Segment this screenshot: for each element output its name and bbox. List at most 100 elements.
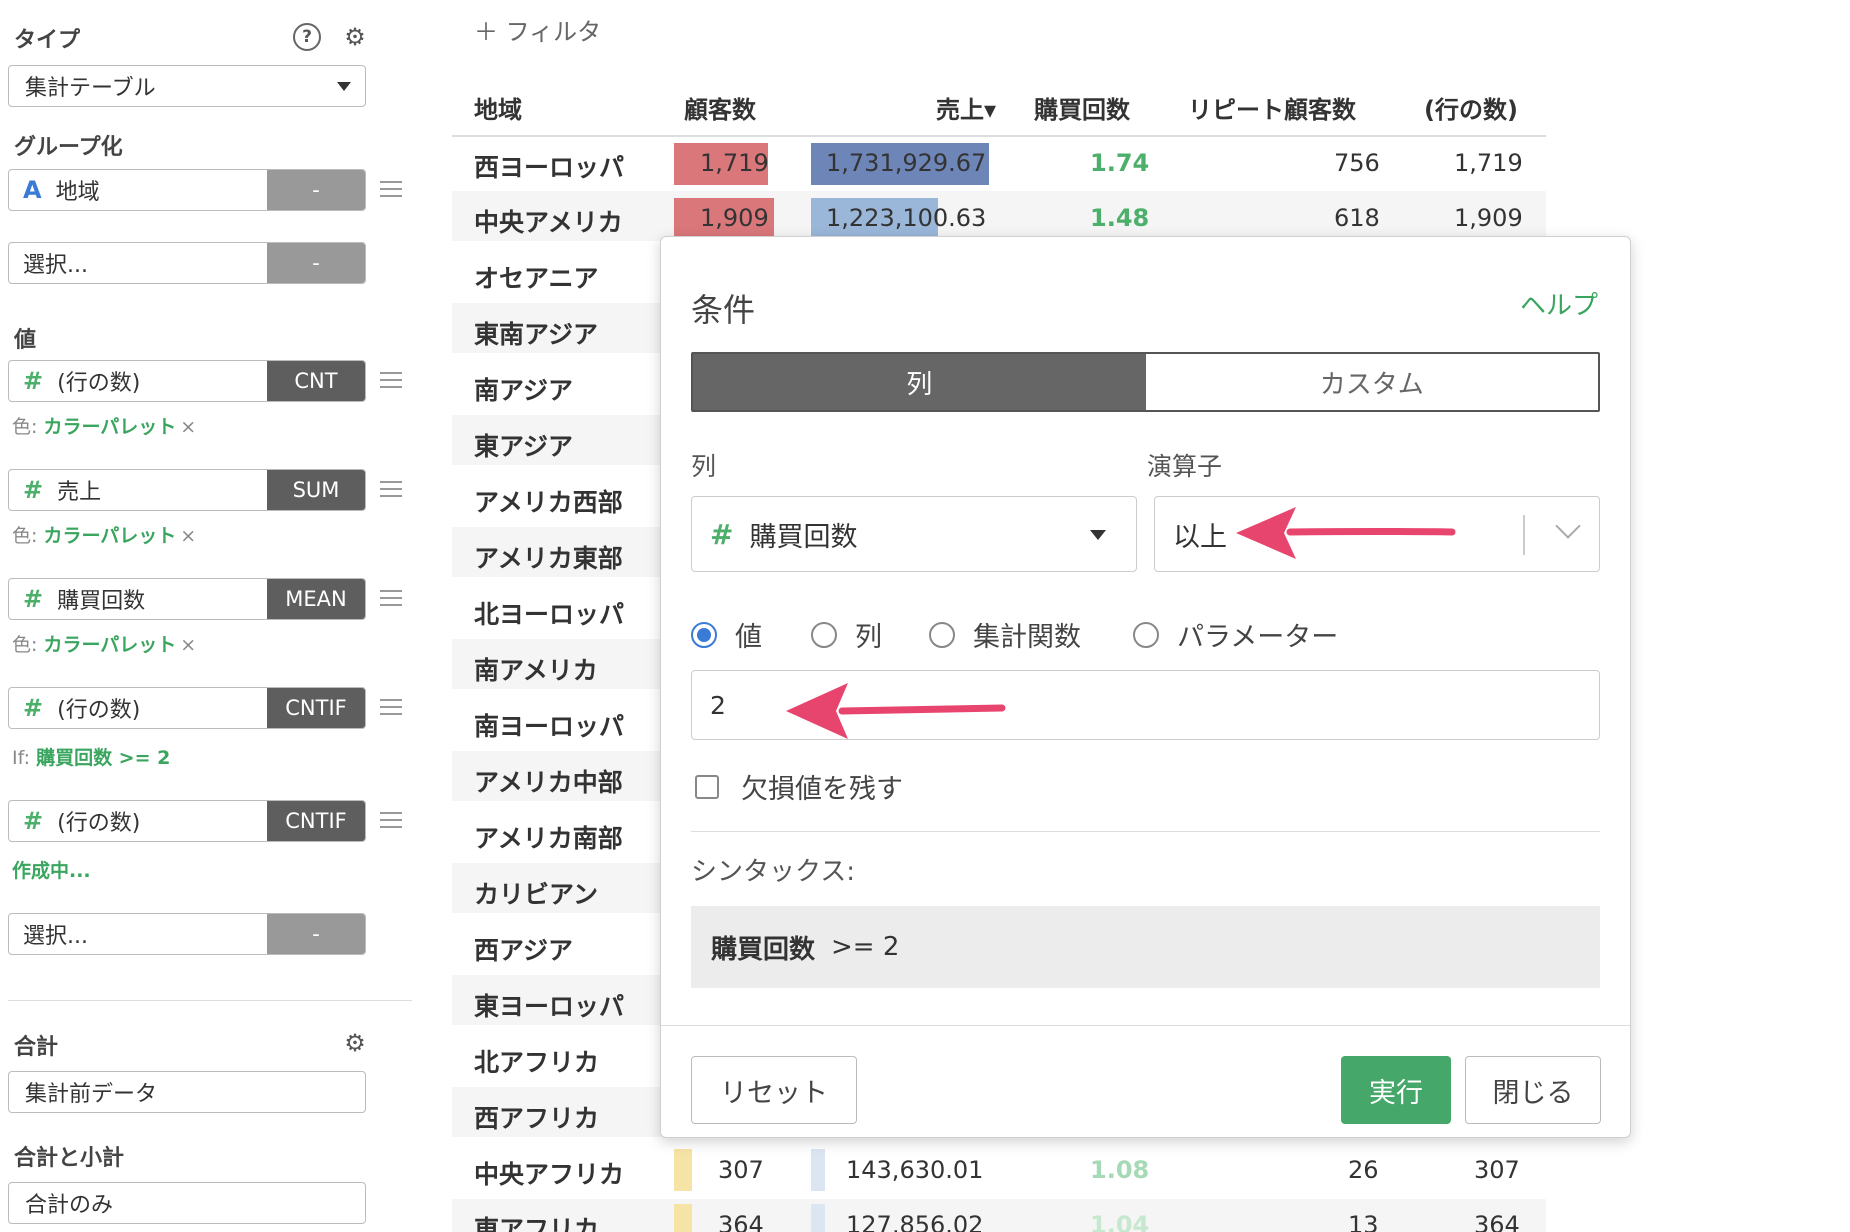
color-note: 色: カラーパレット × xyxy=(12,416,197,438)
radio-icon xyxy=(811,621,837,648)
cell-customers: 1,909 xyxy=(700,204,769,232)
keep-na-checkbox[interactable]: 欠損値を残す xyxy=(695,767,903,806)
gear-icon[interactable]: ⚙ xyxy=(340,1028,370,1058)
cell-customers: 364 xyxy=(718,1211,764,1232)
remove-icon[interactable]: × xyxy=(180,634,196,656)
radio-icon xyxy=(1133,621,1159,648)
checkbox-icon xyxy=(695,774,719,799)
footer-divider xyxy=(661,1025,1630,1026)
number-type-icon: # xyxy=(23,694,44,722)
type-select-value: 集計テーブル xyxy=(25,76,156,101)
header-repeat-customers[interactable]: リピート顧客数 xyxy=(1188,90,1356,125)
caret-down-icon xyxy=(337,82,351,91)
cell-repeat: 756 xyxy=(1334,149,1380,177)
header-sales[interactable]: 売上▾ xyxy=(936,90,996,125)
mode-toggle: 列 カスタム xyxy=(691,352,1600,412)
group-field-select[interactable]: 選択... - xyxy=(8,242,366,284)
field-tag-button[interactable]: - xyxy=(267,914,365,954)
color-palette-link[interactable]: カラーパレット xyxy=(43,634,176,656)
row-region: アメリカ東部 xyxy=(474,544,623,573)
add-filter-button[interactable]: ＋ フィルタ xyxy=(474,12,601,47)
radio-value[interactable]: 値 xyxy=(691,615,762,654)
header-purchases[interactable]: 購買回数 xyxy=(1034,90,1130,125)
total-select[interactable]: 集計前データ xyxy=(8,1071,366,1113)
checkbox-label: 欠損値を残す xyxy=(741,774,903,805)
drag-handle-icon[interactable] xyxy=(380,181,402,199)
gear-icon[interactable]: ⚙ xyxy=(340,22,370,52)
help-icon[interactable]: ? xyxy=(292,22,322,52)
row-region: アメリカ南部 xyxy=(474,824,623,853)
header-row-count[interactable]: (行の数) xyxy=(1424,90,1518,125)
tab-custom[interactable]: カスタム xyxy=(1145,354,1598,410)
row-region: アメリカ西部 xyxy=(474,488,623,517)
value-field-select[interactable]: 選択... - xyxy=(8,913,366,955)
cell-count: 307 xyxy=(1474,1156,1520,1184)
value-field-sales[interactable]: # 売上 SUM xyxy=(8,469,366,511)
run-button[interactable]: 実行 xyxy=(1341,1056,1451,1124)
number-type-icon: # xyxy=(23,807,44,835)
field-tag-button[interactable]: - xyxy=(267,243,365,283)
help-link[interactable]: ヘルプ xyxy=(1520,285,1598,322)
color-palette-link[interactable]: カラーパレット xyxy=(43,525,176,547)
drag-handle-icon[interactable] xyxy=(380,481,402,499)
aggregation-button[interactable]: CNTIF xyxy=(267,801,365,841)
row-region: 東ヨーロッパ xyxy=(474,992,625,1021)
operator-select-value: 以上 xyxy=(1173,521,1227,553)
condition-link[interactable]: 購買回数 >= 2 xyxy=(36,747,170,769)
field-tag-button[interactable]: - xyxy=(267,170,365,210)
value-field-purchases[interactable]: # 購買回数 MEAN xyxy=(8,578,366,620)
radio-column[interactable]: 列 xyxy=(811,615,882,654)
caret-down-icon xyxy=(1090,530,1106,540)
customers-bar xyxy=(674,1204,692,1232)
value-field-countif-new[interactable]: # (行の数) CNTIF xyxy=(8,800,366,842)
reset-button[interactable]: リセット xyxy=(691,1056,857,1124)
row-region: 西アフリカ xyxy=(474,1104,600,1133)
column-select-value: 購買回数 xyxy=(749,521,858,553)
column-select[interactable]: # 購買回数 xyxy=(691,496,1137,572)
customers-bar xyxy=(674,1149,692,1191)
subtotal-select[interactable]: 合計のみ xyxy=(8,1182,366,1224)
remove-icon[interactable]: × xyxy=(180,525,196,547)
close-button[interactable]: 閉じる xyxy=(1465,1056,1601,1124)
header-region[interactable]: 地域 xyxy=(474,90,522,125)
drag-handle-icon[interactable] xyxy=(380,372,402,390)
remove-icon[interactable]: × xyxy=(180,416,196,438)
radio-aggregate[interactable]: 集計関数 xyxy=(929,615,1081,654)
drag-handle-icon[interactable] xyxy=(380,590,402,608)
drag-handle-icon[interactable] xyxy=(380,812,402,830)
tab-column[interactable]: 列 xyxy=(693,354,1146,410)
group-field-region[interactable]: A 地域 - xyxy=(8,169,366,211)
drag-handle-icon[interactable] xyxy=(380,699,402,717)
field-name: 地域 xyxy=(55,180,100,205)
header-customers[interactable]: 顧客数 xyxy=(684,90,756,125)
radio-icon xyxy=(929,621,955,648)
cell-repeat: 13 xyxy=(1348,1211,1379,1232)
row-region: 北ヨーロッパ xyxy=(474,600,625,629)
color-note: 色: カラーパレット × xyxy=(12,525,197,547)
row-region: 東南アジア xyxy=(474,320,599,349)
cell-purchases: 1.04 xyxy=(1090,1211,1150,1232)
aggregation-button[interactable]: MEAN xyxy=(267,579,365,619)
number-type-icon: # xyxy=(23,585,44,613)
chevron-down-icon[interactable] xyxy=(1555,513,1581,539)
row-region: 北アフリカ xyxy=(474,1048,600,1077)
row-region: 西アジア xyxy=(474,936,574,965)
value-field-countif[interactable]: # (行の数) CNTIF xyxy=(8,687,366,729)
aggregation-button[interactable]: CNT xyxy=(267,361,365,401)
row-region: 南ヨーロッパ xyxy=(474,712,625,741)
radio-label: パラメーター xyxy=(1177,622,1339,653)
cell-customers: 1,719 xyxy=(700,149,769,177)
radio-parameter[interactable]: パラメーター xyxy=(1133,615,1338,654)
row-region: アメリカ中部 xyxy=(474,768,623,797)
aggregation-button[interactable]: SUM xyxy=(267,470,365,510)
row-region: 中央アフリカ xyxy=(474,1160,625,1189)
value-field-count[interactable]: # (行の数) CNT xyxy=(8,360,366,402)
radio-selected-icon xyxy=(691,621,717,648)
subtotal-label: 合計と小計 xyxy=(14,1146,125,1171)
field-name: 選択... xyxy=(23,253,88,278)
cell-customers: 307 xyxy=(718,1156,764,1184)
color-palette-link[interactable]: カラーパレット xyxy=(43,416,176,438)
type-select[interactable]: 集計テーブル xyxy=(8,65,366,107)
aggregation-button[interactable]: CNTIF xyxy=(267,688,365,728)
cell-repeat: 618 xyxy=(1334,204,1380,232)
